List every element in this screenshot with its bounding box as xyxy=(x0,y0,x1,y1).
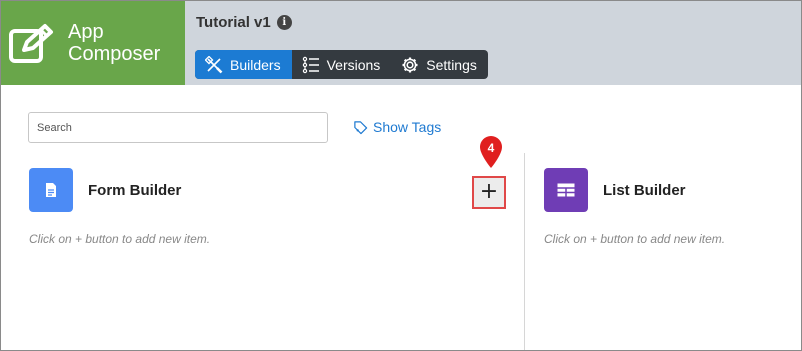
form-builder-icon-tile xyxy=(29,168,73,212)
app-title: Tutorial v1 i xyxy=(196,14,292,31)
app-window: App Composer Tutorial v1 i Builders Vers… xyxy=(0,0,802,351)
brand-block[interactable]: App Composer xyxy=(1,1,185,85)
form-builder-title: Form Builder xyxy=(88,182,182,199)
gear-icon xyxy=(402,57,418,72)
top-header: App Composer Tutorial v1 i Builders Vers… xyxy=(1,1,801,85)
add-form-item-button[interactable]: + xyxy=(472,176,506,209)
tab-builders[interactable]: Builders xyxy=(195,50,292,79)
list-builder-hint: Click on + button to add new item. xyxy=(544,232,726,246)
brand-name: App Composer xyxy=(68,21,160,65)
tab-versions[interactable]: Versions xyxy=(292,50,392,79)
app-title-text: Tutorial v1 xyxy=(196,14,271,31)
main-tabs: Builders Versions Settings xyxy=(195,50,488,79)
versions-list-icon xyxy=(302,56,319,73)
edit-square-icon xyxy=(9,24,53,63)
search-input[interactable] xyxy=(28,112,328,143)
tab-settings-label: Settings xyxy=(426,56,477,73)
add-form-item-label: + xyxy=(479,178,499,204)
step-marker-number: 4 xyxy=(487,141,495,155)
brand-line-1: App xyxy=(68,21,104,43)
info-icon[interactable]: i xyxy=(276,15,292,30)
builders-icon xyxy=(205,55,223,73)
tab-settings[interactable]: Settings xyxy=(391,50,488,79)
tab-builders-label: Builders xyxy=(230,56,281,73)
form-builder-hint: Click on + button to add new item. xyxy=(29,232,211,246)
column-divider xyxy=(524,153,525,350)
list-builder-icon-tile xyxy=(544,168,588,212)
brand-line-2: Composer xyxy=(68,43,161,65)
tag-icon xyxy=(354,120,368,134)
grid-icon xyxy=(557,183,575,197)
show-tags-link[interactable]: Show Tags xyxy=(353,119,441,135)
show-tags-label: Show Tags xyxy=(373,119,442,135)
list-builder-title: List Builder xyxy=(603,182,686,199)
document-icon xyxy=(46,183,56,197)
tab-versions-label: Versions xyxy=(326,56,381,73)
